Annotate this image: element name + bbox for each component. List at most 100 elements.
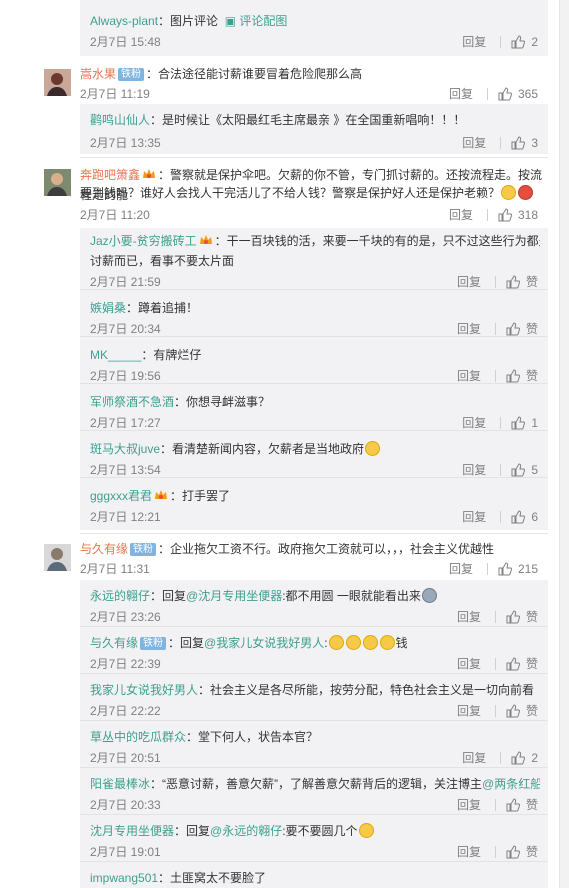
thumbs-up-icon[interactable] (498, 207, 512, 222)
thumbs-up-icon[interactable] (498, 561, 512, 576)
sub-reply: 沈月专用坐便器：回复@永远的翱仔:要不要圆几个 2月7日 19:01 回复 赞 (80, 815, 548, 862)
view-image-link[interactable]: ▣ 评论配图 (221, 14, 288, 28)
reply-button[interactable]: 回复 (457, 320, 481, 337)
thumbs-up-icon[interactable] (506, 656, 520, 671)
reply-button[interactable]: 回复 (462, 461, 486, 478)
reply-button[interactable]: 回复 (449, 206, 473, 223)
thumbs-up-icon[interactable] (506, 703, 520, 718)
reply-button[interactable]: 回复 (457, 655, 481, 672)
sub-reply: 军师祭酒不急酒：你想寻衅滋事？ 2月7日 17:27 回复 1 (80, 384, 548, 431)
sub-reply-user[interactable]: 沈月专用坐便器 (90, 824, 174, 838)
sub-reply-text: ：回复 (168, 636, 205, 650)
thumbs-up-icon[interactable] (498, 86, 512, 101)
sub-reply: 阳雀最棒冰：“恶意讨薪，善意欠薪”，了解善意欠薪背后的逻辑，关注博主@两条红船 … (80, 768, 548, 815)
reply-button[interactable]: 回复 (457, 367, 481, 384)
sub-reply-user[interactable]: 草丛中的吃瓜群众 (90, 730, 186, 744)
divider (486, 87, 488, 100)
thumbs-up-icon[interactable] (506, 321, 520, 336)
sub-reply-user[interactable]: Always-plant (90, 14, 158, 28)
mention-link[interactable]: @两条红船 (482, 777, 540, 791)
sub-reply-text: ：打手罢了 (170, 489, 231, 503)
comment-user[interactable]: 奔跑吧箫鑫 (80, 168, 140, 182)
sub-reply-actions: 回复 赞 (457, 655, 538, 672)
divider (486, 208, 488, 221)
sub-reply-text: ：是时候让《太阳最红毛主席最亲 》在全国重新唱响！！！ (150, 113, 466, 127)
sub-reply-text: ：看清楚新闻内容，欠薪者是当地政府 (160, 442, 365, 456)
reply-button[interactable]: 回复 (462, 134, 486, 151)
sub-reply-text-continued: 讨薪而已，看事不要太片面 (90, 254, 235, 268)
avatar[interactable] (44, 169, 71, 196)
thumbs-up-icon[interactable] (511, 135, 526, 150)
like-count: 赞 (525, 845, 538, 859)
reply-button[interactable]: 回复 (457, 273, 481, 290)
reply-button[interactable]: 回复 (457, 843, 481, 860)
face-emoji-icon (358, 823, 374, 838)
comment-user[interactable]: 嵩水果 (80, 67, 116, 81)
sub-reply: 我家儿女说我好男人：社会主义是各尽所能，按劳分配，特色社会主义是一切向前看 2月… (80, 674, 548, 721)
sub-reply-time: 2月7日 12:21 (90, 510, 161, 524)
thumbs-up-icon[interactable] (506, 368, 520, 383)
sub-reply-user[interactable]: 军师祭酒不急酒 (90, 395, 174, 409)
comment: 嵩水果 铁粉 ：合法途径能讨薪谁要冒着危险爬那么高 2月7日 11:19 回复 36… (80, 62, 548, 102)
sub-reply-user[interactable]: 与久有缘 (90, 636, 138, 650)
reply-button[interactable]: 回复 (457, 796, 481, 813)
sub-reply-actions: 回复 赞 (457, 367, 538, 384)
sub-reply-text-3: 钱 (395, 636, 408, 650)
divider (500, 463, 502, 476)
sub-reply-user[interactable]: 永远的翱仔 (90, 589, 150, 603)
reply-button[interactable]: 回复 (449, 85, 473, 102)
avatar[interactable] (44, 69, 71, 96)
fan-badge: 铁粉 (140, 637, 167, 650)
reply-button[interactable]: 回复 (462, 749, 486, 766)
sub-reply-user[interactable]: 我家儿女说我好男人 (90, 683, 198, 697)
avatar[interactable] (44, 544, 71, 571)
divider (494, 322, 496, 335)
mention-link[interactable]: @沈月专用坐便器 (186, 589, 282, 603)
thumbs-up-icon[interactable] (511, 750, 526, 765)
sub-reply-text: ：图片评论 (158, 14, 219, 28)
reply-button[interactable]: 回复 (457, 702, 481, 719)
fan-badge: 铁粉 (118, 68, 145, 81)
thumbs-up-icon[interactable] (511, 509, 526, 524)
thumbs-up-icon[interactable] (511, 462, 526, 477)
sub-reply-user[interactable]: impwang501 (90, 871, 158, 885)
sub-reply-user[interactable]: 鹳鸣山仙人 (90, 113, 150, 127)
comment-time: 2月7日 11:19 (80, 87, 150, 101)
sub-reply: 与久有缘 铁粉 ：回复@我家儿女说我好男人: 钱 2月7日 22:39 回复 赞 (80, 627, 548, 674)
thumbs-up-icon[interactable] (506, 609, 520, 624)
sub-reply-time: 2月7日 13:54 (90, 463, 161, 477)
comment-user[interactable]: 与久有缘 (80, 542, 128, 556)
reply-button[interactable]: 回复 (457, 608, 481, 625)
mention-link[interactable]: @永远的翱仔 (210, 824, 282, 838)
sub-reply-user[interactable]: Jaz小要-贫穷搬砖工 (90, 234, 197, 248)
sub-reply-user[interactable]: 斑马大叔juve (90, 442, 160, 456)
like-count: 赞 (525, 704, 538, 718)
sub-reply-user[interactable]: 阳雀最棒冰 (90, 777, 150, 791)
scrollbar[interactable] (559, 0, 569, 888)
thumbs-up-icon[interactable] (506, 797, 520, 812)
sub-reply-user[interactable]: 嫉娟桑 (90, 301, 126, 315)
like-count: 3 (531, 135, 538, 150)
thumbs-up-icon[interactable] (506, 844, 520, 859)
mention-link[interactable]: @我家儿女说我好男人 (204, 636, 324, 650)
like-count: 1 (531, 415, 538, 430)
reply-button[interactable]: 回复 (462, 33, 486, 50)
sub-reply-actions: 回复 赞 (457, 843, 538, 860)
thumbs-up-icon[interactable] (511, 415, 526, 430)
sub-reply-text: ：社会主义是各尽所能，按劳分配，特色社会主义是一切向前看 (198, 683, 535, 697)
reply-button[interactable]: 回复 (462, 508, 486, 525)
comment-time: 2月7日 11:31 (80, 562, 150, 576)
sub-reply-text-2: : (324, 636, 328, 650)
thumbs-up-icon[interactable] (511, 34, 526, 49)
reply-button[interactable]: 回复 (462, 414, 486, 431)
sub-reply-text: ：“恶意讨薪，善意欠薪”，了解善意欠薪背后的逻辑，关注博主 (150, 777, 483, 791)
divider (80, 533, 548, 534)
sub-reply-text: ：堂下何人，状告本官？ (186, 730, 319, 744)
divider (494, 798, 496, 811)
thumbs-up-icon[interactable] (506, 274, 520, 289)
reply-button[interactable]: 回复 (449, 560, 473, 577)
sub-reply: 鹳鸣山仙人：是时候让《太阳最红毛主席最亲 》在全国重新唱响！！！ 2月7日 13… (80, 104, 548, 154)
sub-reply-user[interactable]: gggxxx君君 (90, 489, 152, 503)
sub-reply-time: 2月7日 19:01 (90, 845, 161, 859)
sub-reply-user[interactable]: MK_____ (90, 348, 141, 362)
